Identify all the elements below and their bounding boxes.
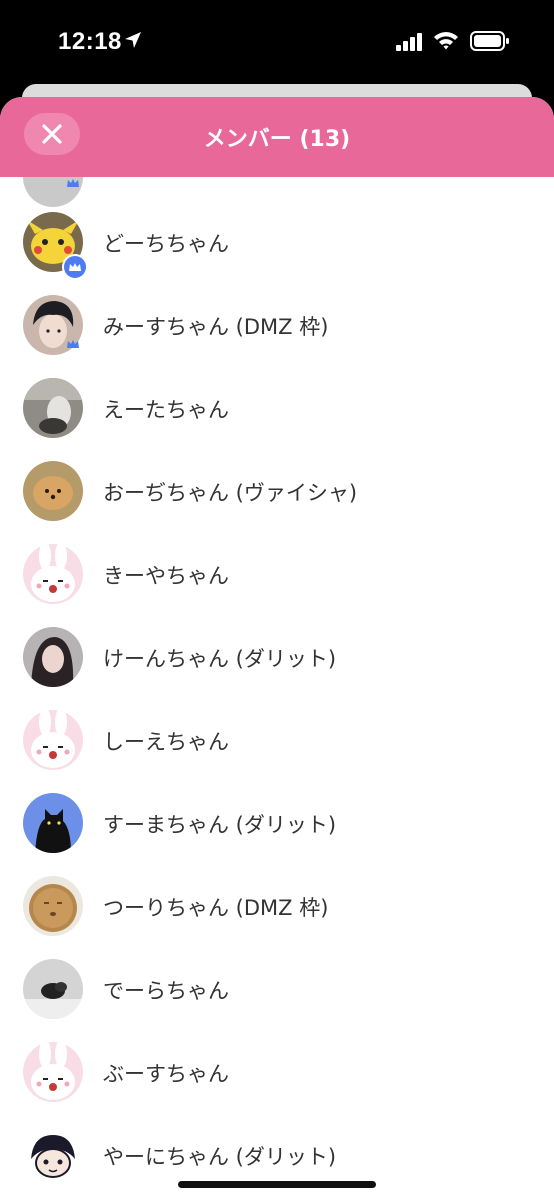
member-name: でーらちゃん [103, 979, 229, 1003]
member-name: どーちちゃん [103, 232, 229, 256]
member-name: みーすちゃん (DMZ 枠) [103, 315, 329, 339]
member-name: つーりちゃん (DMZ 枠) [103, 896, 329, 920]
home-indicator[interactable] [178, 1181, 376, 1188]
member-name: えーたちゃん [103, 398, 229, 422]
list-item[interactable]: ぶーすちゃん [0, 1030, 554, 1113]
member-name: きーやちゃん [103, 564, 229, 588]
list-item[interactable]: おーぢちゃん (ヴァイシャ) [0, 449, 554, 532]
avatar [23, 378, 83, 438]
status-time: 12:18 [58, 28, 122, 55]
member-name: やーにちゃん (ダリット) [103, 1145, 337, 1169]
page-title: メンバー (13) [203, 127, 351, 152]
admin-badge [62, 254, 88, 280]
avatar [23, 1125, 83, 1185]
sheet-header: メンバー (13) [0, 97, 554, 177]
avatar [23, 461, 83, 521]
list-item[interactable]: つーりちゃん (DMZ 枠) [0, 864, 554, 947]
members-sheet: メンバー (13) どーちちゃん みーすちゃん (DMZ 枠) えーたちゃん お… [0, 97, 554, 1200]
list-item[interactable]: しーえちゃん [0, 698, 554, 781]
member-name: すーまちゃん (ダリット) [103, 813, 337, 837]
avatar [23, 876, 83, 936]
battery-icon [470, 31, 509, 51]
member-name: ぶーすちゃん [103, 1062, 229, 1086]
cellular-signal-icon [396, 33, 422, 51]
crown-icon [69, 263, 81, 271]
avatar [23, 959, 83, 1019]
member-name: おーぢちゃん (ヴァイシャ) [103, 481, 358, 505]
location-arrow-icon [125, 32, 141, 48]
list-item[interactable]: すーまちゃん (ダリット) [0, 781, 554, 864]
avatar [23, 544, 83, 604]
crown-icon [67, 179, 79, 187]
avatar [23, 1042, 83, 1102]
avatar [23, 710, 83, 770]
status-bar: 12:18 [0, 0, 554, 86]
list-item[interactable]: みーすちゃん (DMZ 枠) [0, 283, 554, 366]
crown-icon [67, 340, 79, 348]
member-name: けーんちゃん (ダリット) [103, 647, 337, 671]
wifi-icon [434, 32, 458, 50]
avatar [23, 627, 83, 687]
member-name: しーえちゃん [103, 730, 229, 754]
list-item[interactable]: えーたちゃん [0, 366, 554, 449]
avatar [23, 793, 83, 853]
list-item[interactable]: けーんちゃん (ダリット) [0, 615, 554, 698]
list-item[interactable]: どーちちゃん [0, 200, 554, 283]
list-item[interactable]: きーやちゃん [0, 532, 554, 615]
list-item[interactable]: でーらちゃん [0, 947, 554, 1030]
